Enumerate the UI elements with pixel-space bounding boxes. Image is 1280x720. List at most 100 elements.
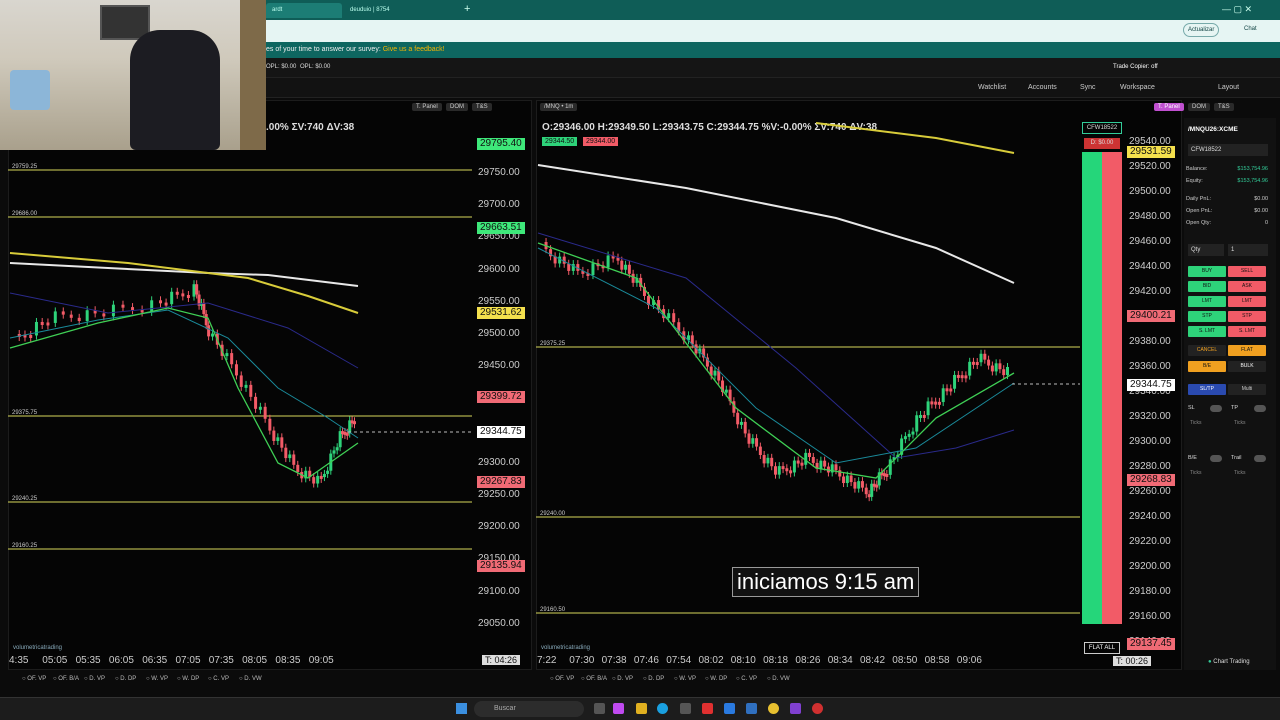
candle[interactable] [186,295,190,298]
candle[interactable] [175,291,179,295]
sl-toggle[interactable] [1210,405,1222,412]
t-panel-button[interactable]: T. Panel [1154,103,1184,111]
candle[interactable] [322,473,326,478]
dom-button[interactable]: DOM [446,103,468,111]
flat-all-button[interactable]: FLAT ALL [1084,642,1120,654]
candle[interactable] [739,421,743,425]
candle[interactable] [292,454,296,465]
candle[interactable] [121,304,125,308]
candle[interactable] [332,450,336,454]
candle[interactable] [335,447,339,451]
sync-button[interactable]: Sync [1080,78,1096,98]
candle[interactable] [1006,367,1009,376]
candle[interactable] [159,300,163,304]
left-order-button[interactable]: BUY [1188,266,1226,277]
indicator-toggle[interactable]: ○ OF. VP [550,676,574,682]
candle[interactable] [164,302,168,306]
candle[interactable] [755,438,759,447]
candle[interactable] [789,470,793,474]
candle[interactable] [225,353,229,357]
candle[interactable] [211,333,215,337]
candle[interactable] [777,466,781,475]
candle[interactable] [853,482,857,489]
right-order-button[interactable]: STP [1228,311,1266,322]
watchlist-button[interactable]: Watchlist [978,78,1006,98]
candle[interactable] [296,464,300,472]
right-order-button[interactable]: LMT [1228,296,1266,307]
taskbar-search-input[interactable]: Buscar [474,701,584,717]
indicator-toggle[interactable]: ○ D. VW [239,676,262,682]
candle[interactable] [781,466,785,470]
candle[interactable] [150,300,154,312]
candle[interactable] [849,475,853,483]
candle[interactable] [766,457,770,464]
candle[interactable] [672,313,676,323]
buy-ladder[interactable] [1082,152,1102,624]
candle[interactable] [926,401,930,416]
candle[interactable] [998,363,1002,370]
candle[interactable] [204,314,208,326]
candle[interactable] [1002,369,1006,376]
candle[interactable] [915,415,919,432]
candle[interactable] [85,310,89,322]
candle[interactable] [785,468,789,472]
candle[interactable] [987,359,991,366]
browser-tab[interactable]: ardt [266,3,342,18]
candle[interactable] [254,396,258,409]
candle[interactable] [46,322,50,326]
candle[interactable] [61,311,65,315]
candle[interactable] [284,447,288,459]
left-order-button[interactable]: LMT [1188,296,1226,307]
chart-trading-footer[interactable]: ● Chart Trading [1208,659,1250,665]
left-order-button[interactable]: B/E [1188,361,1226,372]
tp-toggle[interactable] [1254,405,1266,412]
chrome-icon[interactable] [768,703,779,714]
candle[interactable] [567,263,571,271]
candle[interactable] [971,361,975,365]
candle[interactable] [131,307,135,311]
candle[interactable] [102,313,106,317]
candle[interactable] [845,475,849,484]
chat-button[interactable]: Chat [1244,26,1257,32]
candle[interactable] [964,375,968,379]
indicator-toggle[interactable]: ○ D. VW [767,676,790,682]
indicator-toggle[interactable]: ○ W. VP [146,676,168,682]
candle[interactable] [170,291,174,305]
candle[interactable] [842,476,846,484]
candle[interactable] [280,437,284,448]
ts-button[interactable]: T&S [1214,103,1234,111]
candle[interactable] [857,481,861,489]
candle[interactable] [990,365,994,372]
indicator-toggle[interactable]: ○ W. DP [705,676,727,682]
app-icon[interactable] [790,703,801,714]
left-chart-canvas[interactable]: 29759.25 29686.00 29375.75 29240.25 29160.25 [8,118,472,656]
app-icon[interactable] [702,703,713,714]
candle[interactable] [69,314,73,318]
candle[interactable] [624,264,628,270]
new-tab-icon[interactable]: + [464,3,470,15]
candle[interactable] [762,455,766,464]
candle[interactable] [941,388,945,403]
help-icon[interactable] [724,703,735,714]
candle[interactable] [268,418,272,431]
candle[interactable] [562,256,566,264]
candle[interactable] [312,477,316,484]
candle[interactable] [934,401,938,405]
candle[interactable] [968,361,972,376]
survey-link[interactable]: Give us a feedback! [383,46,445,53]
dom-button[interactable]: DOM [1188,103,1210,111]
file-explorer-icon[interactable] [636,703,647,714]
candle[interactable] [631,273,635,283]
candle[interactable] [796,460,800,464]
update-button[interactable]: Actualizar [1183,23,1220,37]
app-icon[interactable] [812,703,823,714]
candle[interactable] [800,462,804,466]
account-selector[interactable]: CFW18522 [1188,144,1268,156]
candle[interactable] [979,353,983,363]
indicator-toggle[interactable]: ○ C. VP [736,676,757,682]
candle[interactable] [40,321,44,325]
sell-ladder[interactable] [1102,152,1122,624]
candle[interactable] [960,375,964,379]
store-icon[interactable] [680,703,691,714]
right-order-button[interactable]: ASK [1228,281,1266,292]
